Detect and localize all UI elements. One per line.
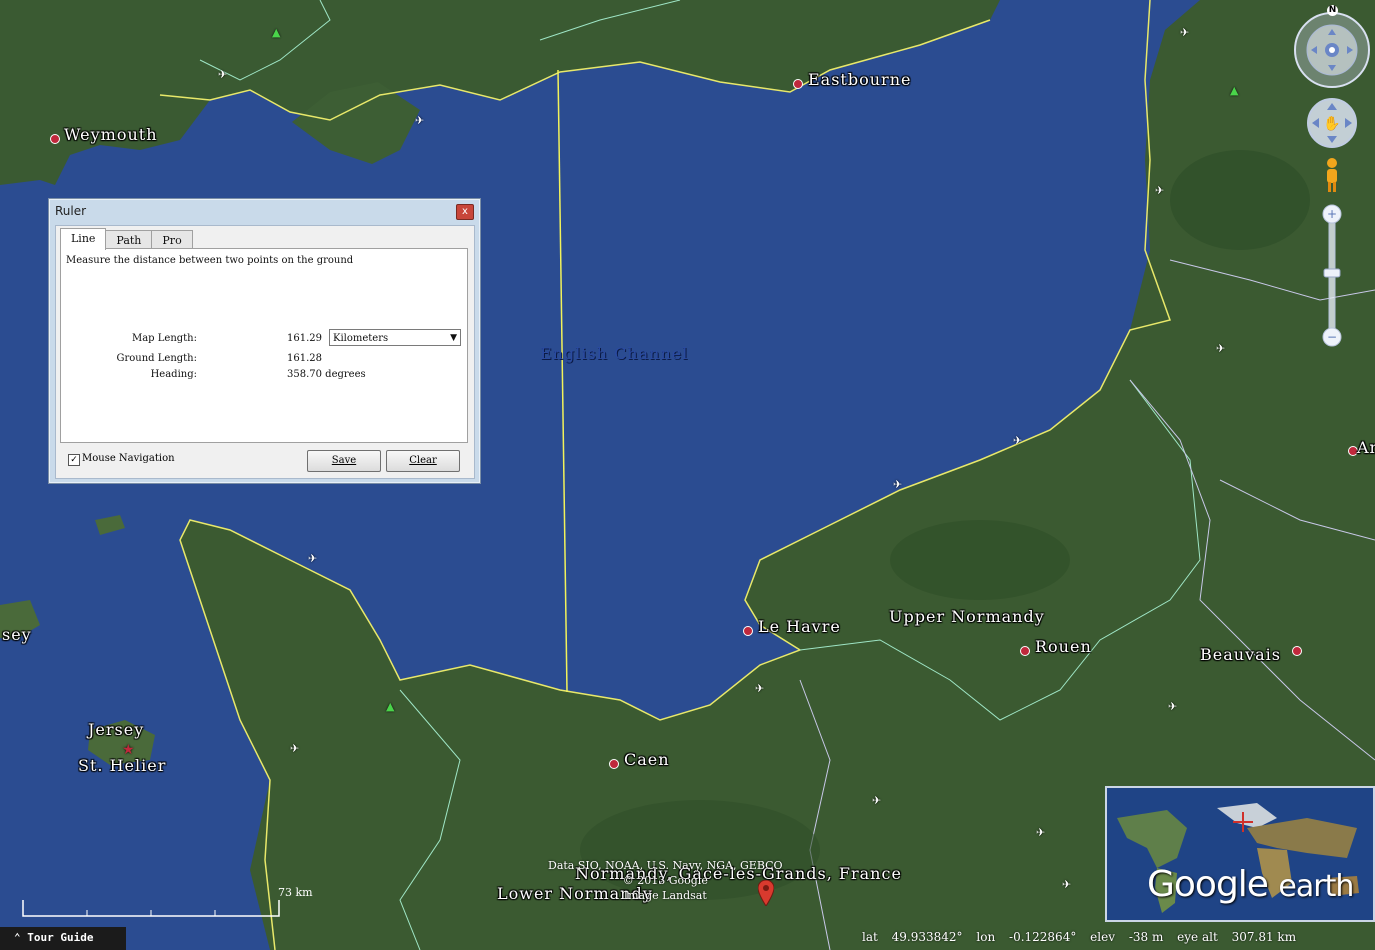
airport-icon: ✈: [1013, 434, 1023, 447]
airport-icon: ✈: [1062, 878, 1072, 891]
place-label-jersey[interactable]: Jersey: [88, 720, 144, 739]
elev-label: elev: [1090, 930, 1115, 944]
ruler-description: Measure the distance between two points …: [66, 255, 354, 266]
tab-path[interactable]: Path: [105, 230, 153, 250]
tab-line[interactable]: Line: [60, 228, 107, 250]
imagery-credits: Data SIO, NOAA, U.S. Navy, NGA, GEBCO © …: [548, 858, 783, 903]
lon-label: lon: [976, 930, 996, 944]
map-length-label: Map Length:: [131, 333, 197, 344]
chevron-up-icon: ⌃: [14, 931, 21, 944]
airport-icon: ✈: [1168, 700, 1178, 713]
tour-guide-button[interactable]: ⌃ Tour Guide: [0, 927, 126, 950]
compass-north-label: N: [1327, 5, 1338, 16]
park-icon: ▲: [386, 700, 395, 713]
google-earth-logo: Google earth: [1147, 864, 1354, 905]
park-icon: ▲: [1230, 84, 1239, 97]
airport-icon: ✈: [415, 114, 425, 127]
unit-select-value: Kilometers: [333, 333, 389, 344]
place-label-eastbourne[interactable]: Eastbourne: [808, 70, 911, 89]
svg-text:+: +: [1327, 207, 1337, 221]
credit-line: © 2013 Google: [622, 874, 708, 887]
place-label-beauvais[interactable]: Beauvais: [1200, 645, 1281, 664]
airport-icon: ✈: [218, 68, 228, 81]
airport-icon: ✈: [290, 742, 300, 755]
ground-length-label: Ground Length:: [116, 353, 197, 364]
place-label-weymouth[interactable]: Weymouth: [64, 125, 158, 144]
city-marker-eastbourne[interactable]: [793, 79, 803, 89]
ruler-tabs: Line Path Pro: [60, 228, 193, 250]
brand-earth-text: earth: [1278, 869, 1354, 904]
compass-control[interactable]: N: [1294, 5, 1370, 90]
scale-label: 73 km: [278, 886, 313, 899]
credit-line: Image Landsat: [623, 889, 707, 902]
mouse-navigation-checkbox[interactable]: ✓: [68, 454, 80, 466]
heading-label: Heading:: [150, 369, 197, 380]
street-view-pegman-icon[interactable]: [1322, 157, 1342, 195]
clear-button[interactable]: Clear: [386, 450, 460, 472]
ground-length-value: 161.28: [287, 353, 322, 364]
lat-value: 49.933842°: [891, 930, 963, 944]
place-label-caen[interactable]: Caen: [624, 750, 670, 769]
ruler-panel: Line Path Pro Measure the distance betwe…: [55, 225, 475, 479]
svg-text:✋: ✋: [1323, 115, 1340, 132]
svg-text:−: −: [1327, 330, 1337, 344]
unit-select[interactable]: Kilometers ▼: [329, 329, 461, 346]
city-marker-weymouth[interactable]: [50, 134, 60, 144]
airport-icon: ✈: [1036, 826, 1046, 839]
park-icon: ▲: [272, 26, 281, 39]
tab-content-line: Measure the distance between two points …: [60, 248, 468, 443]
airport-icon: ✈: [1155, 184, 1165, 197]
status-coordinates: lat 49.933842° lon -0.122864° elev -38 m…: [862, 930, 1306, 944]
place-label-le-havre[interactable]: Le Havre: [758, 617, 841, 636]
mouse-navigation-label[interactable]: Mouse Navigation: [82, 453, 175, 464]
airport-icon: ✈: [872, 794, 882, 807]
overview-map[interactable]: Google earth: [1105, 786, 1375, 922]
eye-alt-label: eye alt: [1177, 930, 1218, 944]
elev-value: -38 m: [1128, 930, 1164, 944]
city-marker-beauvais[interactable]: [1292, 646, 1302, 656]
scale-bar: [22, 900, 280, 918]
dialog-title: Ruler: [55, 204, 87, 218]
place-label-st-helier[interactable]: St. Helier: [78, 756, 166, 775]
eye-alt-value: 307.81 km: [1231, 930, 1297, 944]
airport-icon: ✈: [755, 682, 765, 695]
lat-label: lat: [862, 930, 878, 944]
place-label-upper-normandy[interactable]: Upper Normandy: [889, 607, 1045, 626]
heading-value: 358.70 degrees: [287, 369, 366, 380]
place-label-rouen[interactable]: Rouen: [1035, 637, 1092, 656]
chevron-down-icon: ▼: [450, 333, 457, 343]
brand-google-text: Google: [1147, 864, 1269, 905]
place-label-guernsey-partial[interactable]: sey: [2, 625, 32, 644]
airport-icon: ✈: [1216, 342, 1226, 355]
save-button[interactable]: Save: [307, 450, 381, 472]
lon-value: -0.122864°: [1009, 930, 1077, 944]
pan-control[interactable]: ✋: [1306, 97, 1358, 149]
ruler-dialog[interactable]: Ruler x Line Path Pro Measure the distan…: [48, 198, 481, 484]
city-marker-le-havre[interactable]: [743, 626, 753, 636]
city-marker-caen[interactable]: [609, 759, 619, 769]
airport-icon: ✈: [308, 552, 318, 565]
place-label-amiens-partial[interactable]: Am: [1357, 438, 1375, 457]
credit-line: Data SIO, NOAA, U.S. Navy, NGA, GEBCO: [548, 859, 783, 872]
map-length-value: 161.29: [287, 333, 322, 344]
sea-label: English Channel: [540, 344, 689, 363]
close-button[interactable]: x: [456, 204, 474, 220]
airport-icon: ✈: [1180, 26, 1190, 39]
tour-guide-label: Tour Guide: [27, 931, 94, 944]
tab-pro[interactable]: Pro: [151, 230, 193, 250]
zoom-slider[interactable]: + −: [1320, 203, 1344, 349]
airport-icon: ✈: [893, 478, 903, 491]
city-marker-rouen[interactable]: [1020, 646, 1030, 656]
